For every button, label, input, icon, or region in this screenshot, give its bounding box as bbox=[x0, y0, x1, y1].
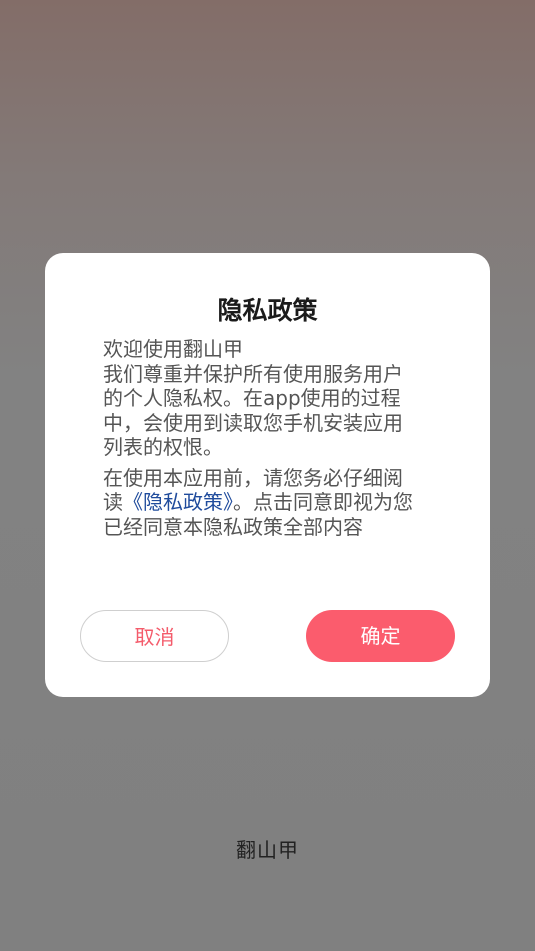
privacy-statement-text: 我们尊重并保护所有使用服务用户的个人隐私权。在app使用的过程中，会使用到读取您… bbox=[103, 361, 403, 460]
greeting-text: 欢迎使用翻山甲 bbox=[103, 337, 243, 361]
app-name-footer: 翻山甲 bbox=[236, 838, 299, 862]
policy-paragraph-2: 在使用本应用前，请您务必仔细阅读《隐私政策》。点击同意即视为您已经同意本隐私政策… bbox=[103, 466, 421, 540]
dialog-body: 欢迎使用翻山甲 我们尊重并保护所有使用服务用户的个人隐私权。在app使用的过程中… bbox=[103, 337, 421, 539]
privacy-policy-link[interactable]: 《隐私政策》 bbox=[123, 490, 233, 514]
policy-paragraph-1: 欢迎使用翻山甲 我们尊重并保护所有使用服务用户的个人隐私权。在app使用的过程中… bbox=[103, 337, 421, 460]
cancel-button[interactable]: 取消 bbox=[80, 610, 229, 662]
dialog-title: 隐私政策 bbox=[217, 296, 318, 325]
privacy-policy-dialog: 隐私政策 欢迎使用翻山甲 我们尊重并保护所有使用服务用户的个人隐私权。在app使… bbox=[45, 253, 490, 697]
confirm-button[interactable]: 确定 bbox=[306, 610, 455, 662]
